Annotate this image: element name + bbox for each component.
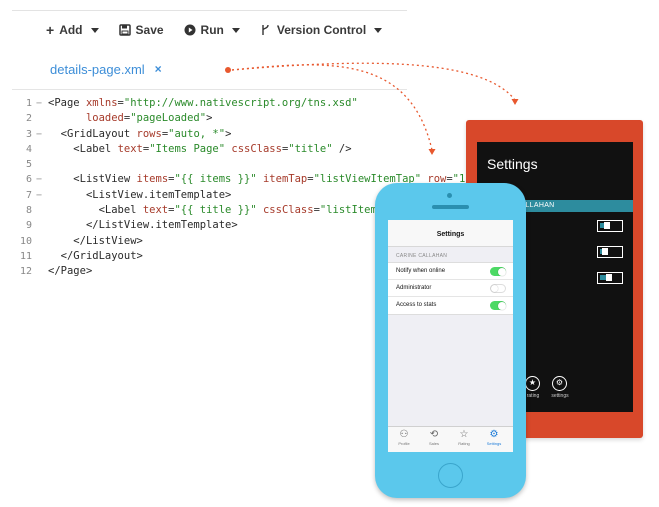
connector-to-iphone: [231, 64, 433, 151]
connector-arrows: [225, 62, 519, 155]
arrowhead-iphone: [428, 149, 436, 155]
connector-origin-dot: [225, 67, 231, 73]
connector-to-windows-phone: [231, 62, 516, 101]
arrowhead-windows-phone: [511, 99, 519, 105]
